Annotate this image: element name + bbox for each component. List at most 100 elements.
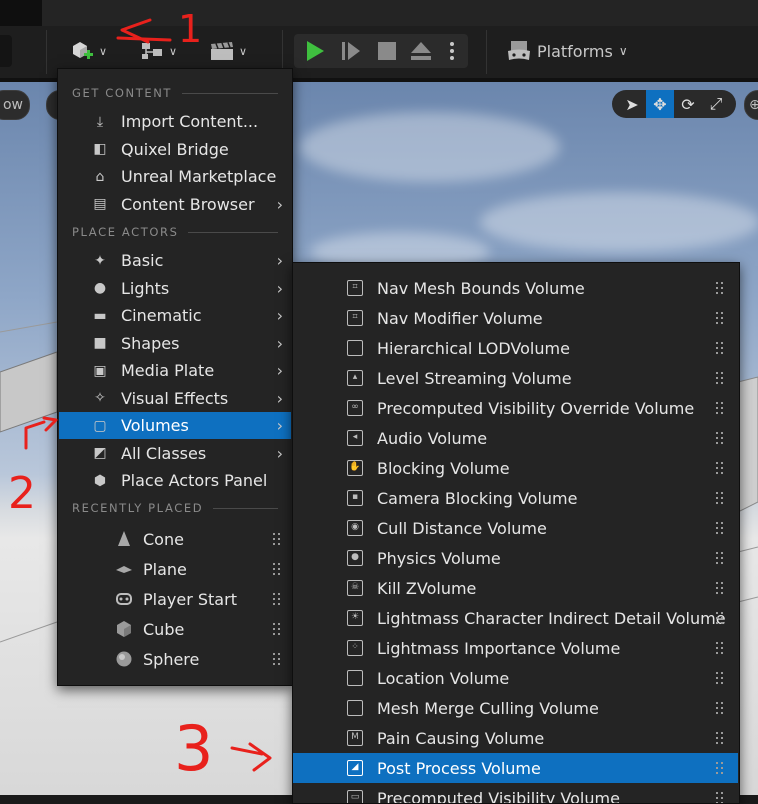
chevron-right-icon: › <box>277 416 283 435</box>
menu-item-lights[interactable]: ●Lights› <box>59 275 291 302</box>
clapper-icon: ▬ <box>91 307 109 325</box>
lightmass-importance-icon: ⁘ <box>347 640 363 656</box>
advance-frame-button[interactable] <box>338 39 364 63</box>
more-options-button[interactable] <box>444 39 460 63</box>
menu-item-quixel-bridge[interactable]: ◧Quixel Bridge <box>59 136 291 163</box>
volume-item-location-volume[interactable]: Location Volume <box>293 663 738 693</box>
recent-item-sphere[interactable]: Sphere <box>59 644 291 674</box>
select-mode-button[interactable]: ➤ <box>618 90 646 118</box>
volume-item-physics-volume[interactable]: ●Physics Volume <box>293 543 738 573</box>
plane-icon <box>115 560 133 578</box>
volume-item-nav-modifier-volume[interactable]: ⌗Nav Modifier Volume <box>293 303 738 333</box>
menu-item-unreal-marketplace[interactable]: ⌂Unreal Marketplace <box>59 163 291 190</box>
viewport-pill-label: ow <box>3 97 23 113</box>
translate-mode-button[interactable]: ✥ <box>646 90 674 118</box>
menu-item-shapes[interactable]: ■Shapes› <box>59 330 291 357</box>
drag-handle-icon[interactable] <box>716 731 724 745</box>
play-button[interactable] <box>302 39 328 63</box>
volume-item-level-streaming-volume[interactable]: ▴Level Streaming Volume <box>293 363 738 393</box>
menu-item-media-plate[interactable]: ▣Media Plate› <box>59 357 291 384</box>
volume-item-precomputed-visibility-volume[interactable]: ▭ Precomputed Visibility Volume <box>293 783 738 804</box>
camera-blocking-icon: ▪ <box>347 490 363 506</box>
menu-item-import-content[interactable]: ⤓Import Content... <box>59 108 291 135</box>
recent-item-player-start[interactable]: Player Start <box>59 584 291 614</box>
drag-handle-icon[interactable] <box>273 532 281 546</box>
menu-item-volumes[interactable]: ▢Volumes› <box>59 412 291 439</box>
volume-item-label: Nav Mesh Bounds Volume <box>377 279 585 298</box>
drag-handle-icon[interactable] <box>716 611 724 625</box>
cube-icon: ■ <box>91 334 109 352</box>
drag-handle-icon[interactable] <box>716 791 724 804</box>
scale-icon: ⤢ <box>710 94 723 114</box>
drag-handle-icon[interactable] <box>716 371 724 385</box>
light-bulb-icon: ● <box>91 279 109 297</box>
recent-item-cube[interactable]: Cube <box>59 614 291 644</box>
volume-item-hierarchical-lodvolume[interactable]: Hierarchical LODVolume <box>293 333 738 363</box>
level-tab[interactable] <box>42 0 758 26</box>
volume-item-nav-mesh-bounds-volume[interactable]: ⌗ Nav Mesh Bounds Volume <box>293 273 738 303</box>
volume-item-cull-distance-volume[interactable]: ◉Cull Distance Volume <box>293 513 738 543</box>
blueprint-button[interactable]: ∨ <box>134 34 182 68</box>
drag-handle-icon[interactable] <box>273 592 281 606</box>
drag-handle-icon[interactable] <box>716 581 724 595</box>
drag-handle-icon[interactable] <box>273 652 281 666</box>
drag-handle-icon[interactable] <box>716 701 724 715</box>
platforms-button[interactable]: Platforms ∨ <box>505 34 628 68</box>
drag-handle-icon[interactable] <box>716 521 724 535</box>
menu-item-content-browser[interactable]: ▤Content Browser› <box>59 191 291 218</box>
visibility-icon: ▭ <box>347 790 363 804</box>
volume-item-pain-causing-volume[interactable]: MPain Causing Volume <box>293 723 738 753</box>
place-actors-icon: ⬢ <box>91 472 109 490</box>
volume-item-kill-zvolume[interactable]: ☠Kill ZVolume <box>293 573 738 603</box>
drag-handle-icon[interactable] <box>273 562 281 576</box>
recent-item-cone[interactable]: Cone <box>59 524 291 554</box>
nav-mesh-icon: ⌗ <box>347 280 363 296</box>
skull-icon: ☠ <box>347 580 363 596</box>
drag-handle-icon[interactable] <box>716 431 724 445</box>
cinematics-button[interactable]: ∨ <box>204 34 252 68</box>
menu-item-label: Media Plate <box>121 361 214 380</box>
menu-item-all-classes[interactable]: ◩All Classes› <box>59 440 291 467</box>
volume-item-camera-blocking-volume[interactable]: ▪Camera Blocking Volume <box>293 483 738 513</box>
volume-item-lightmass-character-indirect-detail-volume[interactable]: ☀Lightmass Character Indirect Detail Vol… <box>293 603 738 633</box>
blocking-hand-icon: ✋ <box>347 460 363 476</box>
transform-mode-group: ➤ ✥ ⟳ ⤢ <box>612 90 736 118</box>
drag-handle-icon[interactable] <box>716 491 724 505</box>
volume-item-mesh-merge-culling-volume[interactable]: Mesh Merge Culling Volume <box>293 693 738 723</box>
menu-item-cinematic[interactable]: ▬Cinematic› <box>59 302 291 329</box>
drag-handle-icon[interactable] <box>716 461 724 475</box>
volume-item-label: Mesh Merge Culling Volume <box>377 699 599 718</box>
volume-item-blocking-volume[interactable]: ✋Blocking Volume <box>293 453 738 483</box>
drag-handle-icon[interactable] <box>716 671 724 685</box>
drag-handle-icon[interactable] <box>716 641 724 655</box>
drag-handle-icon[interactable] <box>716 401 724 415</box>
drag-handle-icon[interactable] <box>716 551 724 565</box>
volume-item-post-process-volume[interactable]: ◢Post Process Volume <box>293 753 738 783</box>
drag-handle-icon[interactable] <box>716 761 724 775</box>
player-start-icon <box>115 590 133 608</box>
add-content-button[interactable]: ∨ <box>64 34 112 68</box>
stop-button[interactable] <box>374 39 400 63</box>
rotate-mode-button[interactable]: ⟳ <box>674 90 702 118</box>
menu-item-basic[interactable]: ✦Basic› <box>59 247 291 274</box>
volume-item-label: Precomputed Visibility Volume <box>377 789 620 804</box>
volume-item-audio-volume[interactable]: ◂Audio Volume <box>293 423 738 453</box>
drag-handle-icon[interactable] <box>716 311 724 325</box>
classes-icon: ◩ <box>91 444 109 462</box>
menu-item-label: Unreal Marketplace <box>121 167 276 186</box>
divider <box>46 30 47 74</box>
left-dropdown-stub[interactable] <box>0 35 12 67</box>
scale-mode-button[interactable]: ⤢ <box>702 90 730 118</box>
chevron-down-icon: ∨ <box>619 44 628 58</box>
drag-handle-icon[interactable] <box>716 341 724 355</box>
drag-handle-icon[interactable] <box>716 281 724 295</box>
eject-button[interactable] <box>408 39 434 63</box>
menu-item-place-actors-panel[interactable]: ⬢Place Actors Panel <box>59 467 291 494</box>
drag-handle-icon[interactable] <box>273 622 281 636</box>
volume-item-lightmass-importance-volume[interactable]: ⁘Lightmass Importance Volume <box>293 633 738 663</box>
volume-item-precomputed-visibility-override-volume[interactable]: ∞Precomputed Visibility Override Volume <box>293 393 738 423</box>
recent-item-plane[interactable]: Plane <box>59 554 291 584</box>
chevron-right-icon: › <box>277 444 283 463</box>
viewport-options-pill[interactable]: ow <box>0 90 30 120</box>
menu-item-visual-effects[interactable]: ✧Visual Effects› <box>59 385 291 412</box>
